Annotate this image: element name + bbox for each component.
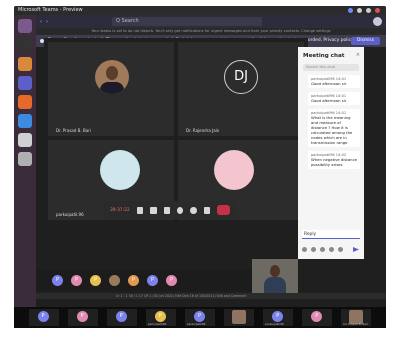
sticker-icon[interactable] (338, 247, 343, 252)
gallery-initial: P (193, 311, 205, 322)
participant-gallery: P P P Pparkuipatil96 Pparkuipatil96 Ppar… (14, 307, 386, 328)
terminal-icon[interactable] (18, 38, 32, 52)
participant-tile[interactable]: Dr. Prasad B. Bari (48, 42, 174, 136)
participant-tile[interactable]: DJ Dr. Rajendra Jain (178, 42, 304, 136)
self-body (264, 277, 286, 293)
trash-icon[interactable] (18, 152, 32, 166)
chat-icon[interactable] (190, 206, 197, 214)
gallery-photo (232, 310, 247, 324)
participant-avatar-blob (214, 150, 254, 190)
status-bar: Cr 1 : 1 30 / 1 17 CR 1 (30 Jun 2021) Ed… (36, 293, 386, 299)
chat-search-input[interactable]: Search this chat (303, 64, 359, 71)
gallery-tile[interactable] (224, 309, 255, 326)
gallery-label: parkuipatil96 (186, 322, 206, 326)
gallery-initial: P (76, 311, 88, 322)
more-icon[interactable] (176, 206, 184, 214)
face-body (100, 82, 124, 94)
chat-message-text: Good afternoon sir (311, 81, 347, 86)
attach-icon[interactable] (311, 247, 316, 252)
chat-message: parkuipatil96 14:02 When negative distan… (308, 151, 360, 169)
camera-icon[interactable] (136, 206, 144, 214)
settings-icon[interactable] (18, 133, 32, 147)
chat-message: parkuipatil96 14:01 Good afternoon sir (308, 92, 360, 105)
participant-name: Dr. Prasad B. Bari (56, 128, 91, 133)
ubuntu-dash-icon[interactable] (18, 19, 32, 33)
chat-reply-input[interactable]: Reply (302, 230, 360, 239)
send-icon[interactable] (353, 247, 359, 252)
participant-photo (95, 60, 129, 94)
gallery-label: parkuipatil96 (147, 322, 167, 326)
gallery-initial: P (311, 311, 323, 322)
chat-message-text: What is the meaning and measure of dista… (311, 115, 353, 145)
gif-icon[interactable] (329, 247, 334, 252)
participant-bubble[interactable]: P (147, 275, 158, 286)
files-icon[interactable] (18, 57, 32, 71)
mic-icon[interactable] (150, 206, 157, 214)
participant-avatar-blob (100, 150, 140, 190)
participant-bubble-photo[interactable] (109, 275, 120, 286)
gallery-initial: P (154, 311, 166, 322)
participant-bubble[interactable]: P (52, 275, 63, 286)
hangup-button[interactable] (217, 205, 230, 215)
gallery-tile[interactable]: P (302, 309, 333, 326)
system-tray (348, 6, 380, 15)
bluetooth-icon[interactable] (357, 8, 362, 13)
chat-toolbar (302, 247, 343, 252)
chat-message: parkuipatil96 14:01 What is the meaning … (308, 109, 360, 147)
gallery-label: Dr. Prasad B. Bari (343, 322, 368, 326)
participant-bubble[interactable]: P (71, 275, 82, 286)
participant-bubble[interactable]: P (90, 275, 101, 286)
format-icon[interactable] (302, 247, 307, 252)
dismiss-button[interactable]: Dismiss (351, 37, 380, 45)
gallery-initial: P (115, 311, 127, 322)
meeting-chat-panel: Meeting chat × Search this chat parkuipa… (298, 47, 364, 259)
chat-message-text: Good afternoon sir (311, 98, 347, 103)
gallery-initial: P (272, 311, 284, 322)
self-video-preview (252, 259, 298, 293)
chat-message: parkuipatil96 14:01 Good afternoon sir (308, 75, 360, 88)
chat-message-text: When negative distance possibility arise… (311, 157, 358, 167)
ubuntu-top-bar: Microsoft Teams - Preview (14, 6, 386, 15)
gallery-tile[interactable]: Dr. Prasad B. Bari (341, 309, 372, 326)
dnd-notice: Your status is set to do not disturb. Yo… (36, 28, 386, 35)
firefox-icon[interactable] (18, 95, 32, 109)
back-icon[interactable]: ‹ (40, 19, 42, 25)
window-title: Microsoft Teams - Preview (18, 7, 83, 13)
participant-bubble[interactable]: P (166, 275, 177, 286)
emoji-icon[interactable] (320, 247, 325, 252)
search-input[interactable]: Q Search (112, 17, 262, 26)
call-timer: 39:37:22 (110, 207, 130, 213)
gallery-label: parkuipatil96 (265, 322, 284, 326)
gallery-tile[interactable]: P (106, 309, 137, 326)
gallery-tile[interactable]: P (28, 309, 59, 326)
profile-avatar[interactable] (373, 17, 382, 26)
teams-icon[interactable] (18, 76, 32, 90)
share-icon[interactable] (163, 206, 170, 214)
self-head (270, 265, 280, 277)
volume-icon[interactable] (366, 8, 371, 13)
gallery-tile[interactable]: Pparkuipatil96 (184, 309, 215, 326)
chrome-icon[interactable] (18, 114, 32, 128)
gallery-tile[interactable]: Pparkuipatil96 (145, 309, 176, 326)
close-icon[interactable]: × (356, 52, 360, 58)
participants-icon[interactable] (203, 206, 211, 214)
call-controls: 39:37:22 (104, 201, 236, 219)
ubuntu-launcher (14, 15, 36, 313)
participant-bubble[interactable]: P (128, 275, 139, 286)
gallery-initial: P (37, 311, 49, 322)
video-stage: Dr. Prasad B. Bari DJ Dr. Rajendra Jain … (44, 38, 308, 224)
teams-title-bar: ‹ › Q Search (36, 15, 386, 28)
face-head (106, 66, 118, 80)
network-icon[interactable] (348, 8, 353, 13)
participant-initials: DJ (224, 60, 258, 94)
power-icon[interactable] (375, 8, 380, 13)
chat-title: Meeting chat (303, 53, 345, 59)
photo-of-screen: Microsoft Teams - Preview ‹ › Q Search Y… (14, 6, 386, 328)
forward-icon[interactable]: › (46, 19, 48, 25)
gallery-tile[interactable]: P (67, 309, 98, 326)
gallery-tile[interactable]: Pparkuipatil96 (263, 309, 294, 326)
participant-name: parkuipatil.96 (56, 212, 84, 217)
participant-name: Dr. Rajendra Jain (186, 128, 220, 133)
